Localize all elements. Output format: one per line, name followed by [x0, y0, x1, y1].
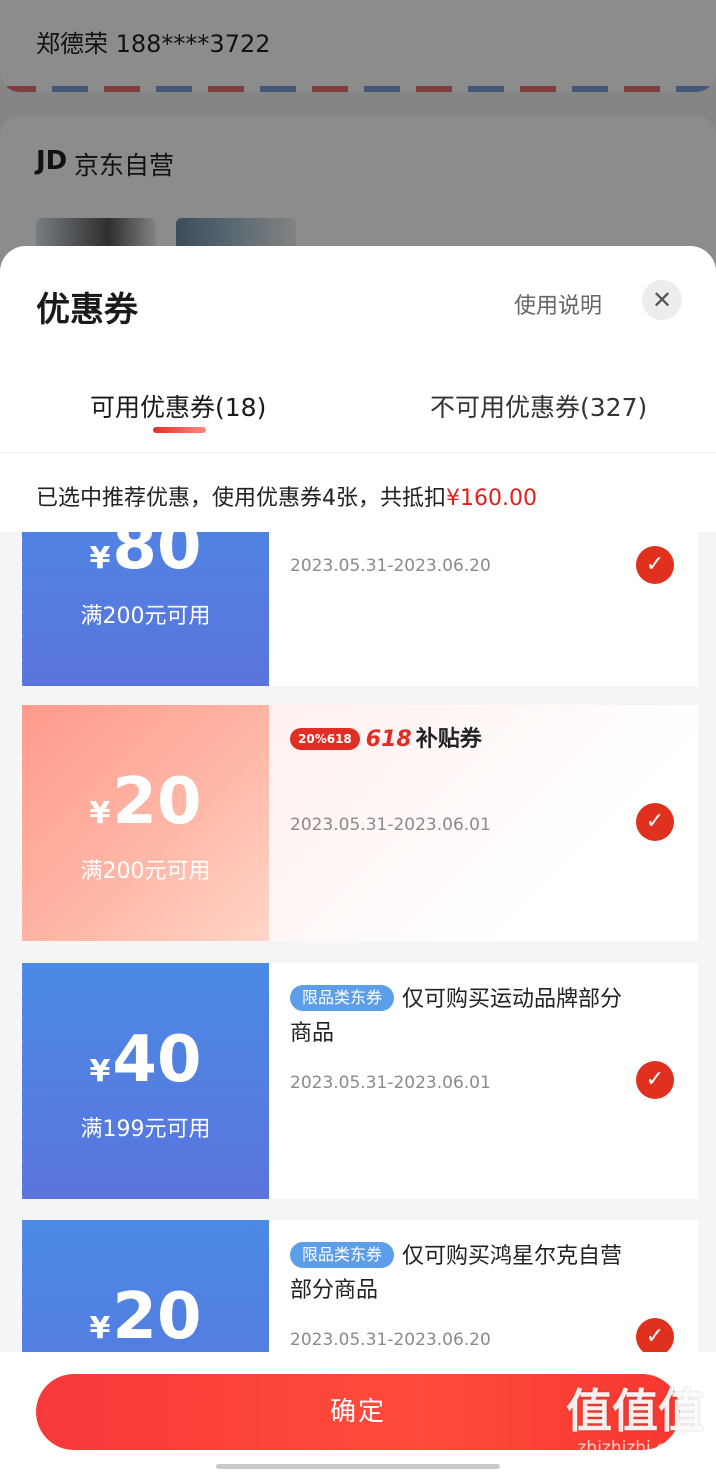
coupon-condition: 满199元可用: [80, 1117, 211, 1142]
coupon-amount: ¥20: [89, 1280, 202, 1352]
discount-summary: 已选中推荐优惠，使用优惠券4张，共抵扣¥160.00: [36, 480, 537, 512]
coupon-condition: 满200元可用: [80, 604, 211, 629]
sheet-header: 优惠券 使用说明 ✕ 可用优惠券(18) 不可用优惠券(327) 已选中推荐优惠…: [0, 246, 716, 532]
close-icon[interactable]: ✕: [642, 280, 682, 320]
coupon-condition: 满200元可用: [80, 859, 211, 884]
coupon-card[interactable]: ¥80 满200元可用 2023.05.31-2023.06.20 ✓: [22, 532, 698, 686]
coupon-detail: 限品类东券 仅可购买运动品牌部分商品 2023.05.31-2023.06.01: [269, 963, 698, 1199]
category-tag: 限品类东券: [290, 985, 395, 1011]
coupon-card[interactable]: ¥20 限品类东券 仅可购买鸿星尔克自营部分商品 2023.05.31-2023.…: [22, 1220, 698, 1352]
watermark-logo-icon: 值值值: [566, 1384, 704, 1438]
home-indicator[interactable]: [216, 1464, 500, 1469]
618-badge-icon: 20%618: [290, 728, 360, 750]
coupon-amount: ¥80: [89, 532, 202, 584]
coupon-value-panel: ¥20: [22, 1220, 269, 1352]
category-tag: 限品类东券: [290, 1242, 395, 1268]
tab-unavailable-coupons[interactable]: 不可用优惠券(327): [430, 388, 647, 424]
coupon-card[interactable]: ¥40 满199元可用 限品类东券 仅可购买运动品牌部分商品 2023.05.31…: [22, 963, 698, 1199]
coupon-value-panel: ¥80 满200元可用: [22, 532, 269, 686]
coupon-value-panel: ¥20 满200元可用: [22, 705, 269, 941]
coupon-validity: 2023.05.31-2023.06.20: [290, 1330, 491, 1350]
divider: [0, 452, 716, 453]
site-watermark: 值值值 zhizhizhi.com: [560, 1384, 710, 1464]
check-icon[interactable]: ✓: [636, 546, 674, 584]
coupon-title: 20%618 618 补贴券: [290, 723, 630, 757]
coupon-validity: 2023.05.31-2023.06.01: [290, 815, 491, 835]
watermark-url: zhizhizhi.com: [577, 1438, 693, 1458]
summary-text: 已选中推荐优惠，使用优惠券4张，共抵扣: [36, 486, 446, 511]
summary-amount: ¥160.00: [446, 486, 537, 511]
618-label: 618: [365, 727, 412, 752]
tab-available-coupons[interactable]: 可用优惠券(18): [90, 388, 266, 424]
active-tab-indicator: [153, 427, 206, 433]
coupon-validity: 2023.05.31-2023.06.20: [290, 556, 491, 576]
coupon-title: 限品类东券 仅可购买鸿星尔克自营部分商品: [290, 1242, 623, 1303]
coupon-detail: 2023.05.31-2023.06.20: [269, 532, 698, 686]
coupon-detail: 限品类东券 仅可购买鸿星尔克自营部分商品 2023.05.31-2023.06.2…: [269, 1220, 698, 1352]
coupon-detail: 20%618 618 补贴券 2023.05.31-2023.06.01: [269, 705, 698, 941]
coupon-title: 限品类东券 仅可购买运动品牌部分商品: [290, 985, 623, 1046]
usage-instructions-link[interactable]: 使用说明: [514, 288, 602, 320]
coupon-validity: 2023.05.31-2023.06.01: [290, 1073, 491, 1093]
coupon-card[interactable]: ¥20 满200元可用 20%618 618 补贴券 2023.05.31-2023…: [22, 705, 698, 941]
coupon-sheet: 优惠券 使用说明 ✕ 可用优惠券(18) 不可用优惠券(327) 已选中推荐优惠…: [0, 246, 716, 1472]
sheet-title: 优惠券: [36, 290, 138, 330]
check-icon[interactable]: ✓: [636, 1061, 674, 1099]
coupon-value-panel: ¥40 满199元可用: [22, 963, 269, 1199]
coupon-amount: ¥40: [89, 1023, 202, 1097]
coupon-amount: ¥20: [89, 765, 202, 839]
check-icon[interactable]: ✓: [636, 1318, 674, 1352]
check-icon[interactable]: ✓: [636, 803, 674, 841]
coupon-list[interactable]: ¥80 满200元可用 2023.05.31-2023.06.20 ✓ ¥20 …: [0, 532, 716, 1352]
